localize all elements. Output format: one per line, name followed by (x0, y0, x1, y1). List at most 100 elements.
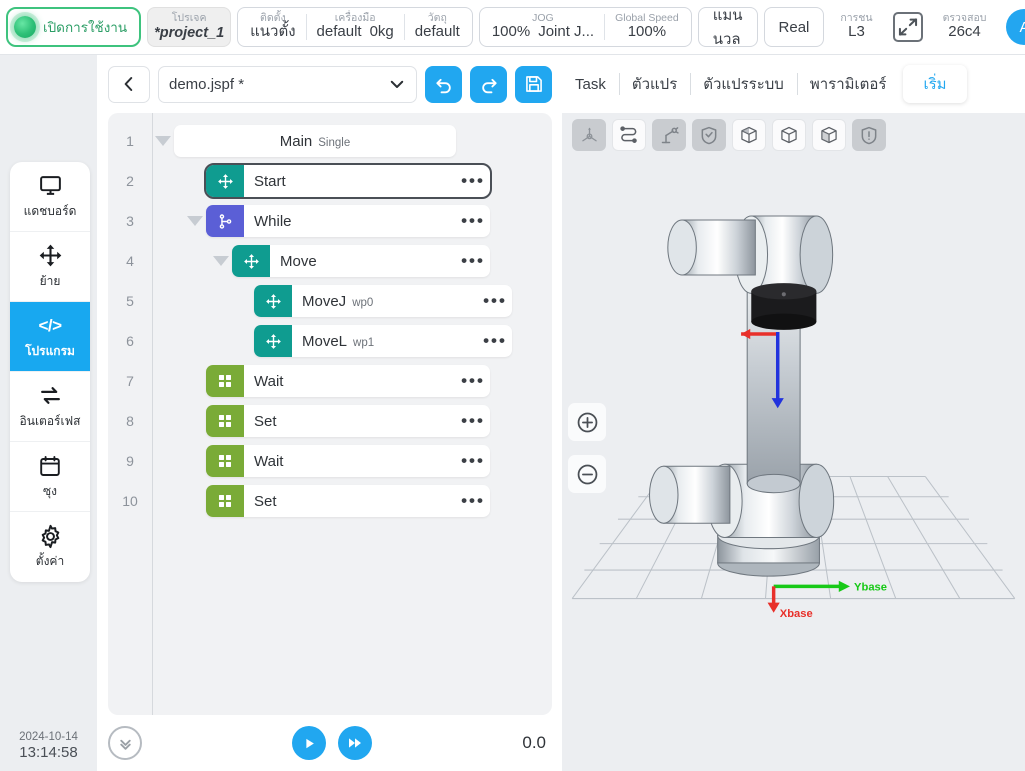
sidebar-item-move[interactable]: ย้าย (10, 232, 90, 302)
tab-4[interactable]: เริ่ม (903, 65, 967, 103)
object-kv[interactable]: วัตถุ default (405, 12, 470, 42)
enable-robot-button[interactable]: เปิดการใช้งาน (6, 7, 142, 47)
config-pill-group[interactable]: ติดตั้ง แนวตั้ง เครื่องมือ default 0kg ว… (237, 7, 473, 47)
back-button[interactable] (108, 65, 150, 103)
collision-level[interactable]: การชน L3 (830, 12, 882, 42)
row-menu-button[interactable]: ••• (456, 372, 490, 389)
row-card[interactable]: Move ••• (232, 245, 490, 277)
tab-3[interactable]: พารามิเตอร์ (796, 66, 900, 102)
row-card[interactable]: Wait ••• (206, 365, 490, 397)
enable-status-dot (14, 16, 36, 38)
play-button[interactable] (292, 726, 327, 760)
robot-scene[interactable]: Ybase Xbase (562, 161, 1025, 771)
program-row[interactable]: 4 Move ••• (108, 241, 552, 281)
row-card[interactable]: Main Single (174, 125, 456, 157)
row-collapse-toggle[interactable] (210, 245, 232, 277)
row-menu-button[interactable]: ••• (478, 292, 512, 309)
program-row[interactable]: 6 MoveL wp1 ••• (108, 321, 552, 361)
sidebar-item-label: โปรแกรม (25, 343, 75, 358)
row-menu-button[interactable]: ••• (456, 492, 490, 509)
cube-filled-icon[interactable] (732, 119, 766, 151)
cube-shaded-icon[interactable] (812, 119, 846, 151)
redo-button[interactable] (470, 65, 507, 103)
row-card[interactable]: Start ••• (204, 163, 492, 199)
shield-alert-icon[interactable] (852, 119, 886, 151)
program-row[interactable]: 5 MoveJ wp0 ••• (108, 281, 552, 321)
file-select[interactable]: demo.jspf * (158, 65, 417, 103)
tab-1[interactable]: ตัวแปร (618, 66, 690, 102)
program-row[interactable]: 3 While ••• (108, 201, 552, 241)
save-button[interactable] (515, 65, 552, 103)
move-arrows-icon (38, 243, 63, 269)
manual-mode-button[interactable]: แมนนวล (697, 7, 758, 48)
row-menu-button[interactable]: ••• (456, 212, 490, 229)
viewport-3d[interactable]: Ybase Xbase (562, 113, 1025, 771)
row-menu-button[interactable]: ••• (456, 172, 490, 189)
tab-2[interactable]: ตัวแปรระบบ (690, 66, 797, 102)
program-row[interactable]: 2 Start ••• (108, 161, 552, 201)
monitor-icon (38, 173, 63, 199)
row-menu-button[interactable]: ••• (478, 332, 512, 349)
avatar[interactable]: A (1006, 9, 1025, 45)
trajectory-icon[interactable] (612, 119, 646, 151)
robot-model: Ybase Xbase (571, 215, 1016, 620)
row-card[interactable]: Wait ••• (206, 445, 490, 477)
axis-frame-icon[interactable] (572, 119, 606, 151)
check-code[interactable]: ตรวจสอบ 26c4 (933, 12, 997, 42)
zoom-in-button[interactable] (568, 403, 606, 441)
jog-kv[interactable]: JOG 100% Joint J... (482, 12, 604, 42)
row-type-icon (206, 405, 244, 437)
sidebar-item-log[interactable]: ซุง (10, 442, 90, 512)
program-row[interactable]: 10 Set ••• (108, 481, 552, 521)
sidebar-item-label: อินเตอร์เฟส (19, 413, 81, 428)
row-sublabel: wp0 (352, 296, 374, 309)
tool-kv[interactable]: เครื่องมือ default 0kg (307, 12, 404, 42)
shield-check-icon[interactable] (692, 119, 726, 151)
global-speed-kv[interactable]: Global Speed 100% (605, 12, 689, 42)
program-row[interactable]: 1 Main Single (108, 121, 552, 161)
cube-outline-icon[interactable] (772, 119, 806, 151)
sidebar-item-label: ตั้งค่า (35, 554, 65, 568)
row-collapse-toggle[interactable] (184, 205, 206, 237)
row-type-icon (254, 285, 292, 317)
fullscreen-expand-icon[interactable] (892, 12, 923, 42)
collapse-all-button[interactable] (108, 726, 142, 760)
row-collapse-toggle (184, 365, 206, 397)
program-row[interactable]: 9 Wait ••• (108, 441, 552, 481)
jog-value: 100% (491, 23, 531, 41)
row-type-icon (206, 205, 244, 237)
sidebar-item-settings[interactable]: ตั้งค่า (10, 512, 90, 582)
program-row[interactable]: 8 Set ••• (108, 401, 552, 441)
row-menu-button[interactable]: ••• (456, 252, 490, 269)
row-card[interactable]: Set ••• (206, 485, 490, 517)
row-type-icon (206, 485, 244, 517)
row-number: 6 (126, 333, 134, 349)
row-menu-button[interactable]: ••• (456, 452, 490, 469)
speed-pill-group[interactable]: JOG 100% Joint J... Global Speed 100% (478, 7, 692, 47)
row-label: Set (244, 493, 456, 510)
row-card[interactable]: While ••• (206, 205, 490, 237)
tab-0[interactable]: Task (562, 66, 619, 102)
row-card[interactable]: MoveL wp1 ••• (254, 325, 512, 357)
step-forward-button[interactable] (338, 726, 373, 760)
row-card[interactable]: Set ••• (206, 405, 490, 437)
row-menu-button[interactable]: ••• (456, 412, 490, 429)
robot-arm-icon[interactable] (652, 119, 686, 151)
row-number: 9 (126, 453, 134, 469)
row-collapse-toggle[interactable] (152, 125, 174, 157)
row-card[interactable]: MoveJ wp0 ••• (254, 285, 512, 317)
sidebar-item-interface[interactable]: อินเตอร์เฟส (10, 372, 90, 442)
real-mode-button[interactable]: Real (763, 7, 825, 47)
zoom-out-button[interactable] (568, 455, 606, 493)
program-tree[interactable]: 1 Main Single 2 Start ••• 3 While ••• 4 Move ••• 5 Mo… (108, 113, 552, 715)
jog-mode: Joint J... (538, 23, 595, 41)
sidebar-item-program[interactable]: </> โปรแกรม (10, 302, 90, 372)
undo-button[interactable] (425, 65, 462, 103)
row-number: 7 (126, 373, 134, 389)
install-kv[interactable]: ติดตั้ง แนวตั้ง (240, 12, 305, 42)
project-pill[interactable]: โปรเจค *project_1 (147, 7, 232, 47)
program-row[interactable]: 7 Wait ••• (108, 361, 552, 401)
sidebar-item-dashboard[interactable]: แดชบอร์ด (10, 162, 90, 232)
row-label-text: Wait (254, 372, 284, 390)
row-type-icon (254, 325, 292, 357)
